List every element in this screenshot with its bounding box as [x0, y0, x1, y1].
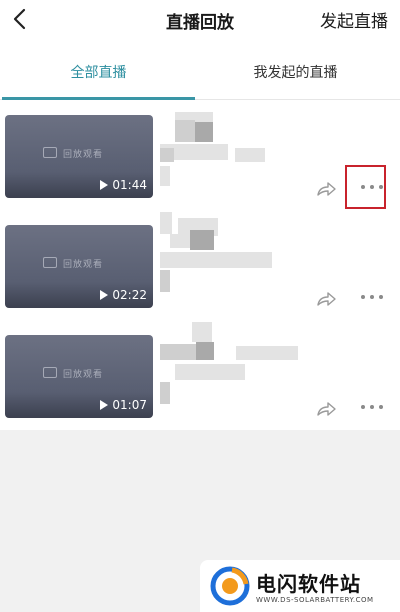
share-icon[interactable] — [315, 180, 337, 198]
top-nav-bar: 直播回放 发起直播 — [0, 0, 400, 44]
duration-label: 02:22 — [112, 288, 147, 302]
thumbnail-logo: 回放观看 — [43, 145, 123, 163]
list-item: 回放观看 02:22 — [0, 210, 400, 320]
thumbnail-label: 回放观看 — [63, 260, 104, 270]
watermark-title: 电闪软件站 — [256, 572, 361, 596]
thumbnail-label: 回放观看 — [63, 370, 104, 380]
duration-label: 01:44 — [112, 178, 147, 192]
more-options-icon[interactable] — [358, 290, 386, 304]
more-options-icon[interactable] — [358, 180, 386, 194]
watermark: 电闪软件站 WWW.DS-SOLARBATTERY.COM — [200, 560, 400, 612]
thumbnail-label: 回放观看 — [63, 150, 104, 160]
thumbnail-logo: 回放观看 — [43, 365, 123, 383]
more-options-icon[interactable] — [358, 400, 386, 414]
video-thumbnail[interactable]: 回放观看 01:44 — [5, 115, 153, 198]
video-duration: 02:22 — [100, 288, 147, 302]
duration-label: 01:07 — [112, 398, 147, 412]
share-icon[interactable] — [315, 400, 337, 418]
site-logo-icon — [210, 566, 250, 606]
list-item: 回放观看 01:07 — [0, 320, 400, 430]
start-live-button[interactable]: 发起直播 — [320, 7, 388, 32]
tab-my-live[interactable]: 我发起的直播 — [197, 50, 394, 100]
tab-bar: 全部直播 我发起的直播 — [0, 50, 400, 100]
tab-all-live[interactable]: 全部直播 — [0, 50, 197, 100]
play-icon — [100, 290, 109, 300]
list-item: 回放观看 01:44 — [0, 100, 400, 210]
video-thumbnail[interactable]: 回放观看 02:22 — [5, 225, 153, 308]
thumbnail-logo: 回放观看 — [43, 255, 123, 273]
play-icon — [100, 400, 109, 410]
replay-list: 回放观看 01:44 回放观看 02:22 回放观看 01:07 — [0, 100, 400, 430]
watermark-url: WWW.DS-SOLARBATTERY.COM — [256, 596, 374, 604]
video-duration: 01:44 — [100, 178, 147, 192]
chevron-left-icon[interactable] — [6, 4, 36, 34]
share-icon[interactable] — [315, 290, 337, 308]
video-duration: 01:07 — [100, 398, 147, 412]
play-icon — [100, 180, 109, 190]
video-thumbnail[interactable]: 回放观看 01:07 — [5, 335, 153, 418]
